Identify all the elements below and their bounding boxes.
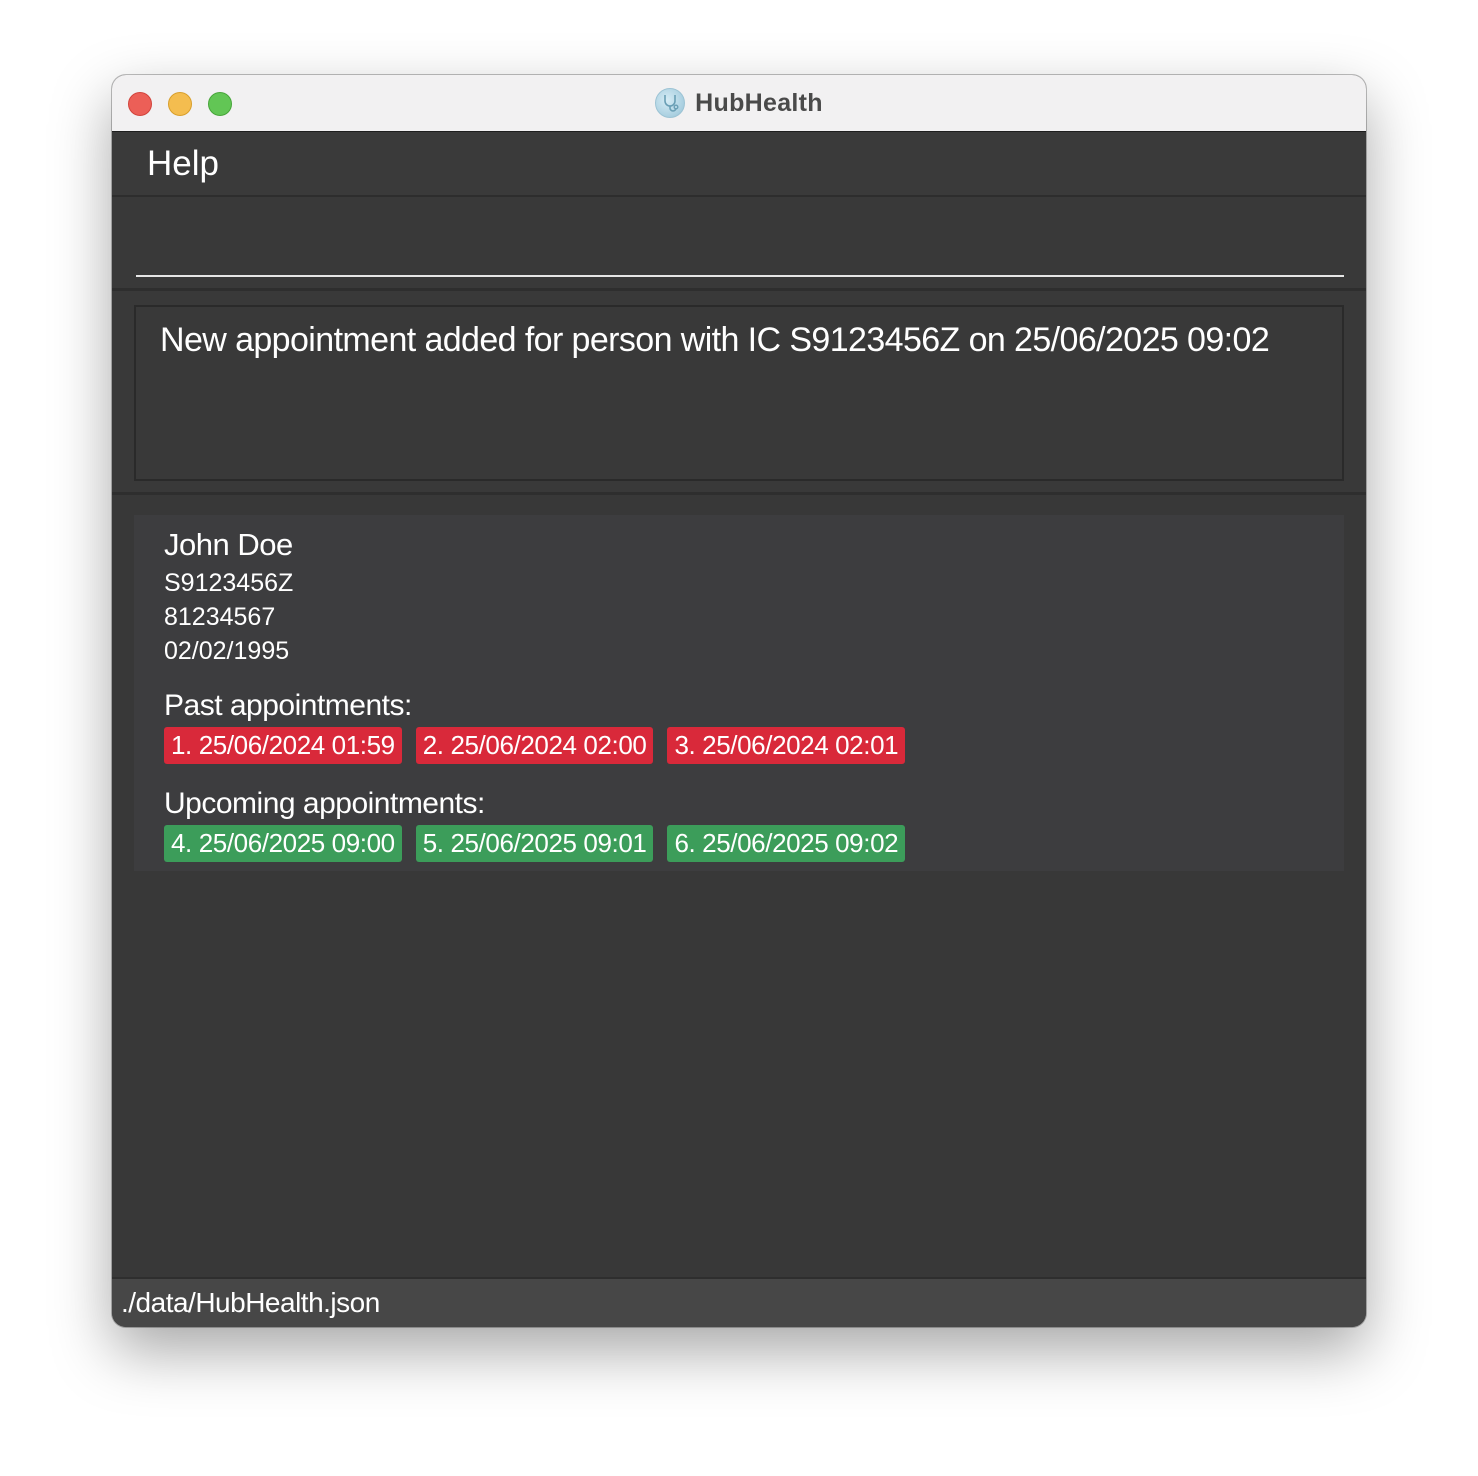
upcoming-appointment-tag: 5. 25/06/2025 09:01: [415, 825, 654, 862]
upcoming-appointment-tag: 4. 25/06/2025 09:00: [164, 825, 402, 862]
save-file-path: ./data/HubHealth.json: [121, 1287, 380, 1318]
person-card[interactable]: John Doe S9123456Z 81234567 02/02/1995 P…: [134, 515, 1344, 871]
stethoscope-icon: [655, 88, 686, 118]
result-display-section: New appointment added for person with IC…: [112, 291, 1366, 495]
person-ic: S9123456Z: [164, 569, 294, 597]
past-appointments-tags: 1. 25/06/2024 01:59 2. 25/06/2024 02:00 …: [164, 727, 906, 764]
upcoming-appointments-tags: 4. 25/06/2025 09:00 5. 25/06/2025 09:01 …: [164, 825, 906, 862]
past-appointments-label: Past appointments:: [164, 689, 412, 722]
person-dob: 02/02/1995: [164, 637, 290, 665]
app-window: HubHealth Help New appointment added for…: [112, 75, 1366, 1327]
title-group: HubHealth: [112, 75, 1366, 131]
upcoming-appointment-tag: 6. 25/06/2025 09:02: [667, 825, 906, 862]
menu-bar: Help: [112, 132, 1366, 197]
person-phone: 81234567: [164, 603, 276, 631]
status-bar: ./data/HubHealth.json: [112, 1277, 1366, 1327]
past-appointment-tag: 1. 25/06/2024 01:59: [164, 727, 402, 764]
upcoming-appointments-label: Upcoming appointments:: [164, 787, 485, 820]
command-box: [112, 197, 1366, 291]
past-appointment-tag: 3. 25/06/2024 02:01: [667, 727, 906, 764]
title-bar[interactable]: HubHealth: [112, 75, 1366, 132]
window-title: HubHealth: [695, 88, 823, 117]
person-name: John Doe: [164, 527, 293, 562]
menu-item-help[interactable]: Help: [147, 144, 219, 184]
past-appointment-tag: 2. 25/06/2024 02:00: [415, 727, 654, 764]
command-input[interactable]: [136, 207, 1344, 277]
person-list[interactable]: John Doe S9123456Z 81234567 02/02/1995 P…: [112, 495, 1366, 1277]
result-display[interactable]: New appointment added for person with IC…: [134, 305, 1344, 481]
result-message: New appointment added for person with IC…: [160, 321, 1270, 359]
